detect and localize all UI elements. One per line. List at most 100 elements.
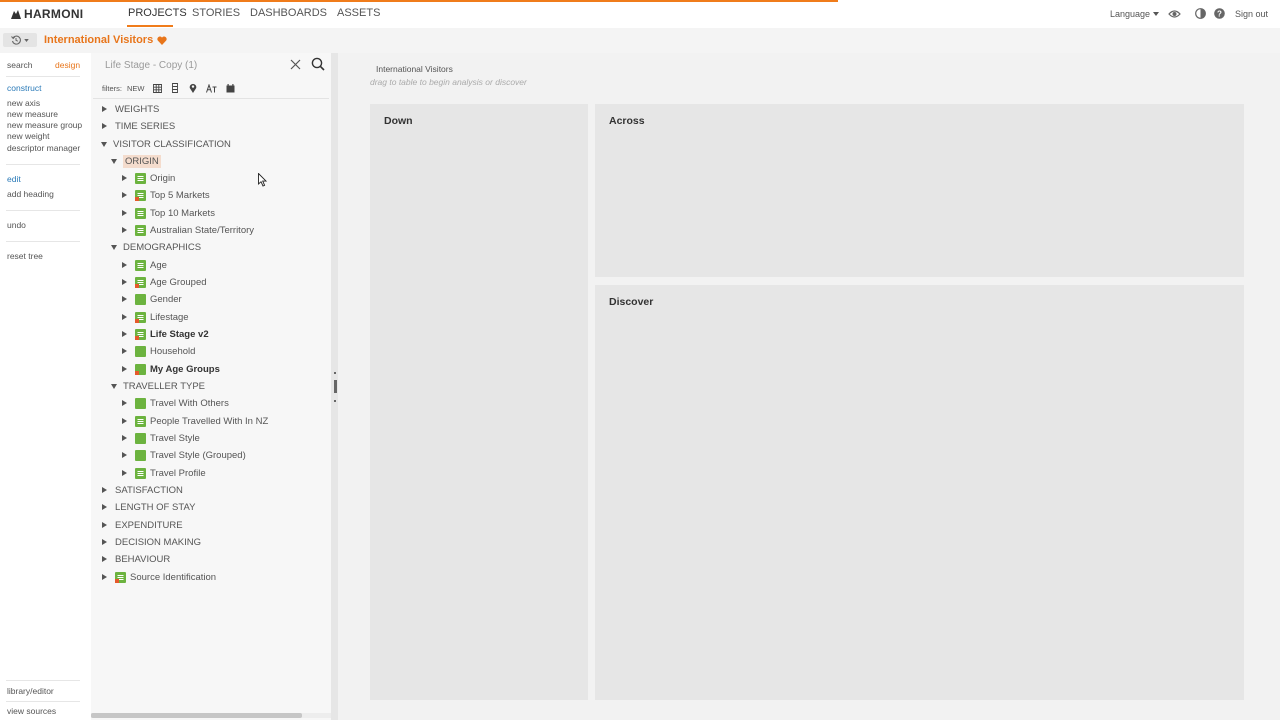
nav-dashboards[interactable]: DASHBOARDS bbox=[250, 7, 327, 19]
nav-stories[interactable]: STORIES bbox=[192, 7, 240, 19]
tree-node-travel-style-grouped[interactable]: Travel Style (Grouped) bbox=[122, 447, 246, 463]
tree-node-australian-state[interactable]: Australian State/Territory bbox=[122, 222, 254, 238]
measure-icon bbox=[135, 293, 146, 305]
tree-node-lifestage[interactable]: Lifestage bbox=[122, 309, 189, 325]
tree-node-satisfaction[interactable]: SATISFACTION bbox=[102, 482, 183, 498]
expand-triangle-icon[interactable] bbox=[122, 418, 127, 424]
clear-search-icon[interactable] bbox=[289, 58, 302, 71]
tree-node-age-grouped[interactable]: Age Grouped bbox=[122, 274, 207, 290]
favourite-heart-icon[interactable] bbox=[157, 35, 167, 45]
tree-node-origin[interactable]: Origin bbox=[122, 170, 175, 186]
expand-triangle-icon[interactable] bbox=[102, 522, 107, 528]
tree-node-weights[interactable]: WEIGHTS bbox=[102, 101, 159, 117]
sign-out-link[interactable]: Sign out bbox=[1235, 9, 1268, 19]
expand-triangle-icon[interactable] bbox=[102, 123, 107, 129]
tree-node-expenditure[interactable]: EXPENDITURE bbox=[102, 517, 183, 533]
expand-triangle-icon[interactable] bbox=[102, 487, 107, 493]
expand-triangle-icon[interactable] bbox=[122, 331, 127, 337]
collapse-triangle-icon[interactable] bbox=[111, 383, 117, 389]
divider bbox=[6, 701, 80, 702]
reset-tree-link[interactable]: reset tree bbox=[7, 251, 43, 261]
app-logo[interactable]: HARMONI bbox=[10, 7, 83, 21]
preview-eye-icon[interactable] bbox=[1168, 8, 1181, 20]
expand-triangle-icon[interactable] bbox=[102, 539, 107, 545]
measure-icon bbox=[135, 449, 146, 461]
tree-node-time-series[interactable]: TIME SERIES bbox=[102, 118, 175, 134]
tree-node-age[interactable]: Age bbox=[122, 257, 167, 273]
tree-node-travel-style[interactable]: Travel Style bbox=[122, 430, 200, 446]
collapse-triangle-icon[interactable] bbox=[101, 141, 107, 147]
library-editor-link[interactable]: library/editor bbox=[7, 686, 54, 696]
filter-column-button[interactable] bbox=[169, 82, 181, 94]
expand-triangle-icon[interactable] bbox=[122, 452, 127, 458]
logo-icon bbox=[11, 9, 21, 19]
expand-triangle-icon[interactable] bbox=[122, 262, 127, 268]
help-icon[interactable]: ? bbox=[1214, 8, 1225, 19]
tree-node-top-5-markets[interactable]: Top 5 Markets bbox=[122, 187, 210, 203]
collapse-triangle-icon[interactable] bbox=[111, 244, 117, 250]
tree-node-behaviour[interactable]: BEHAVIOUR bbox=[102, 551, 170, 567]
expand-triangle-icon[interactable] bbox=[122, 470, 127, 476]
expand-triangle-icon[interactable] bbox=[122, 296, 127, 302]
tree-node-origin-heading[interactable]: ORIGIN bbox=[111, 153, 161, 169]
discover-drop-zone[interactable]: Discover bbox=[595, 285, 1244, 700]
tree-node-visitor-classification[interactable]: VISITOR CLASSIFICATION bbox=[101, 136, 231, 152]
expand-triangle-icon[interactable] bbox=[102, 574, 107, 580]
filter-table-button[interactable] bbox=[151, 82, 163, 94]
expand-triangle-icon[interactable] bbox=[122, 435, 127, 441]
across-drop-zone[interactable]: Across bbox=[595, 104, 1244, 277]
expand-triangle-icon[interactable] bbox=[122, 175, 127, 181]
tree-node-travel-with-others[interactable]: Travel With Others bbox=[122, 395, 229, 411]
expand-triangle-icon[interactable] bbox=[122, 210, 127, 216]
resize-grip-icon[interactable] bbox=[334, 372, 337, 402]
tree-search-input[interactable]: Life Stage - Copy (1) bbox=[105, 60, 197, 71]
divider bbox=[6, 680, 80, 681]
filter-text-button[interactable] bbox=[205, 82, 217, 94]
new-weight-link[interactable]: new weight bbox=[7, 131, 50, 141]
expand-triangle-icon[interactable] bbox=[122, 227, 127, 233]
search-icon[interactable] bbox=[311, 57, 325, 71]
tree-node-gender[interactable]: Gender bbox=[122, 291, 182, 307]
filter-new-toggle[interactable]: NEW bbox=[127, 84, 145, 93]
new-measure-group-link[interactable]: new measure group bbox=[7, 120, 82, 130]
scrollbar-thumb[interactable] bbox=[91, 713, 302, 718]
undo-link[interactable]: undo bbox=[7, 220, 26, 230]
down-drop-zone[interactable]: Down bbox=[370, 104, 588, 700]
tree-node-travel-profile[interactable]: Travel Profile bbox=[122, 465, 206, 481]
descriptor-manager-link[interactable]: descriptor manager bbox=[7, 143, 80, 153]
filter-location-button[interactable] bbox=[187, 82, 199, 94]
tree-node-life-stage-v2[interactable]: Life Stage v2 bbox=[122, 326, 209, 342]
expand-triangle-icon[interactable] bbox=[122, 279, 127, 285]
expand-triangle-icon[interactable] bbox=[122, 314, 127, 320]
expand-triangle-icon[interactable] bbox=[102, 106, 107, 112]
new-axis-link[interactable]: new axis bbox=[7, 98, 40, 108]
tree-node-my-age-groups[interactable]: My Age Groups bbox=[122, 361, 220, 377]
view-sources-link[interactable]: view sources bbox=[7, 706, 56, 716]
expand-triangle-icon[interactable] bbox=[122, 348, 127, 354]
tree-node-label: Source Identification bbox=[130, 571, 217, 583]
tree-node-source-identification[interactable]: Source Identification bbox=[102, 569, 216, 585]
contrast-theme-icon[interactable] bbox=[1195, 8, 1206, 19]
tree-node-traveller-type-heading[interactable]: TRAVELLER TYPE bbox=[111, 378, 205, 394]
tree-node-people-travelled-with[interactable]: People Travelled With In NZ bbox=[122, 413, 268, 429]
expand-triangle-icon[interactable] bbox=[122, 400, 127, 406]
history-dropdown-button[interactable] bbox=[3, 33, 37, 47]
collapse-triangle-icon[interactable] bbox=[111, 158, 117, 164]
tab-search[interactable]: search bbox=[7, 60, 33, 70]
expand-triangle-icon[interactable] bbox=[102, 556, 107, 562]
tree-node-household[interactable]: Household bbox=[122, 343, 195, 359]
expand-triangle-icon[interactable] bbox=[122, 192, 127, 198]
tree-node-top-10-markets[interactable]: Top 10 Markets bbox=[122, 205, 215, 221]
nav-assets[interactable]: ASSETS bbox=[337, 7, 380, 19]
add-heading-link[interactable]: add heading bbox=[7, 189, 54, 199]
filter-calendar-button[interactable] bbox=[224, 82, 236, 94]
tab-design[interactable]: design bbox=[55, 60, 80, 70]
new-measure-link[interactable]: new measure bbox=[7, 109, 58, 119]
expand-triangle-icon[interactable] bbox=[102, 504, 107, 510]
language-menu[interactable]: Language bbox=[1110, 9, 1160, 19]
tree-node-decision-making[interactable]: DECISION MAKING bbox=[102, 534, 201, 550]
tree-node-demographics-heading[interactable]: DEMOGRAPHICS bbox=[111, 239, 201, 255]
tree-node-length-of-stay[interactable]: LENGTH OF STAY bbox=[102, 499, 195, 515]
expand-triangle-icon[interactable] bbox=[122, 366, 127, 372]
nav-projects[interactable]: PROJECTS bbox=[128, 7, 187, 19]
